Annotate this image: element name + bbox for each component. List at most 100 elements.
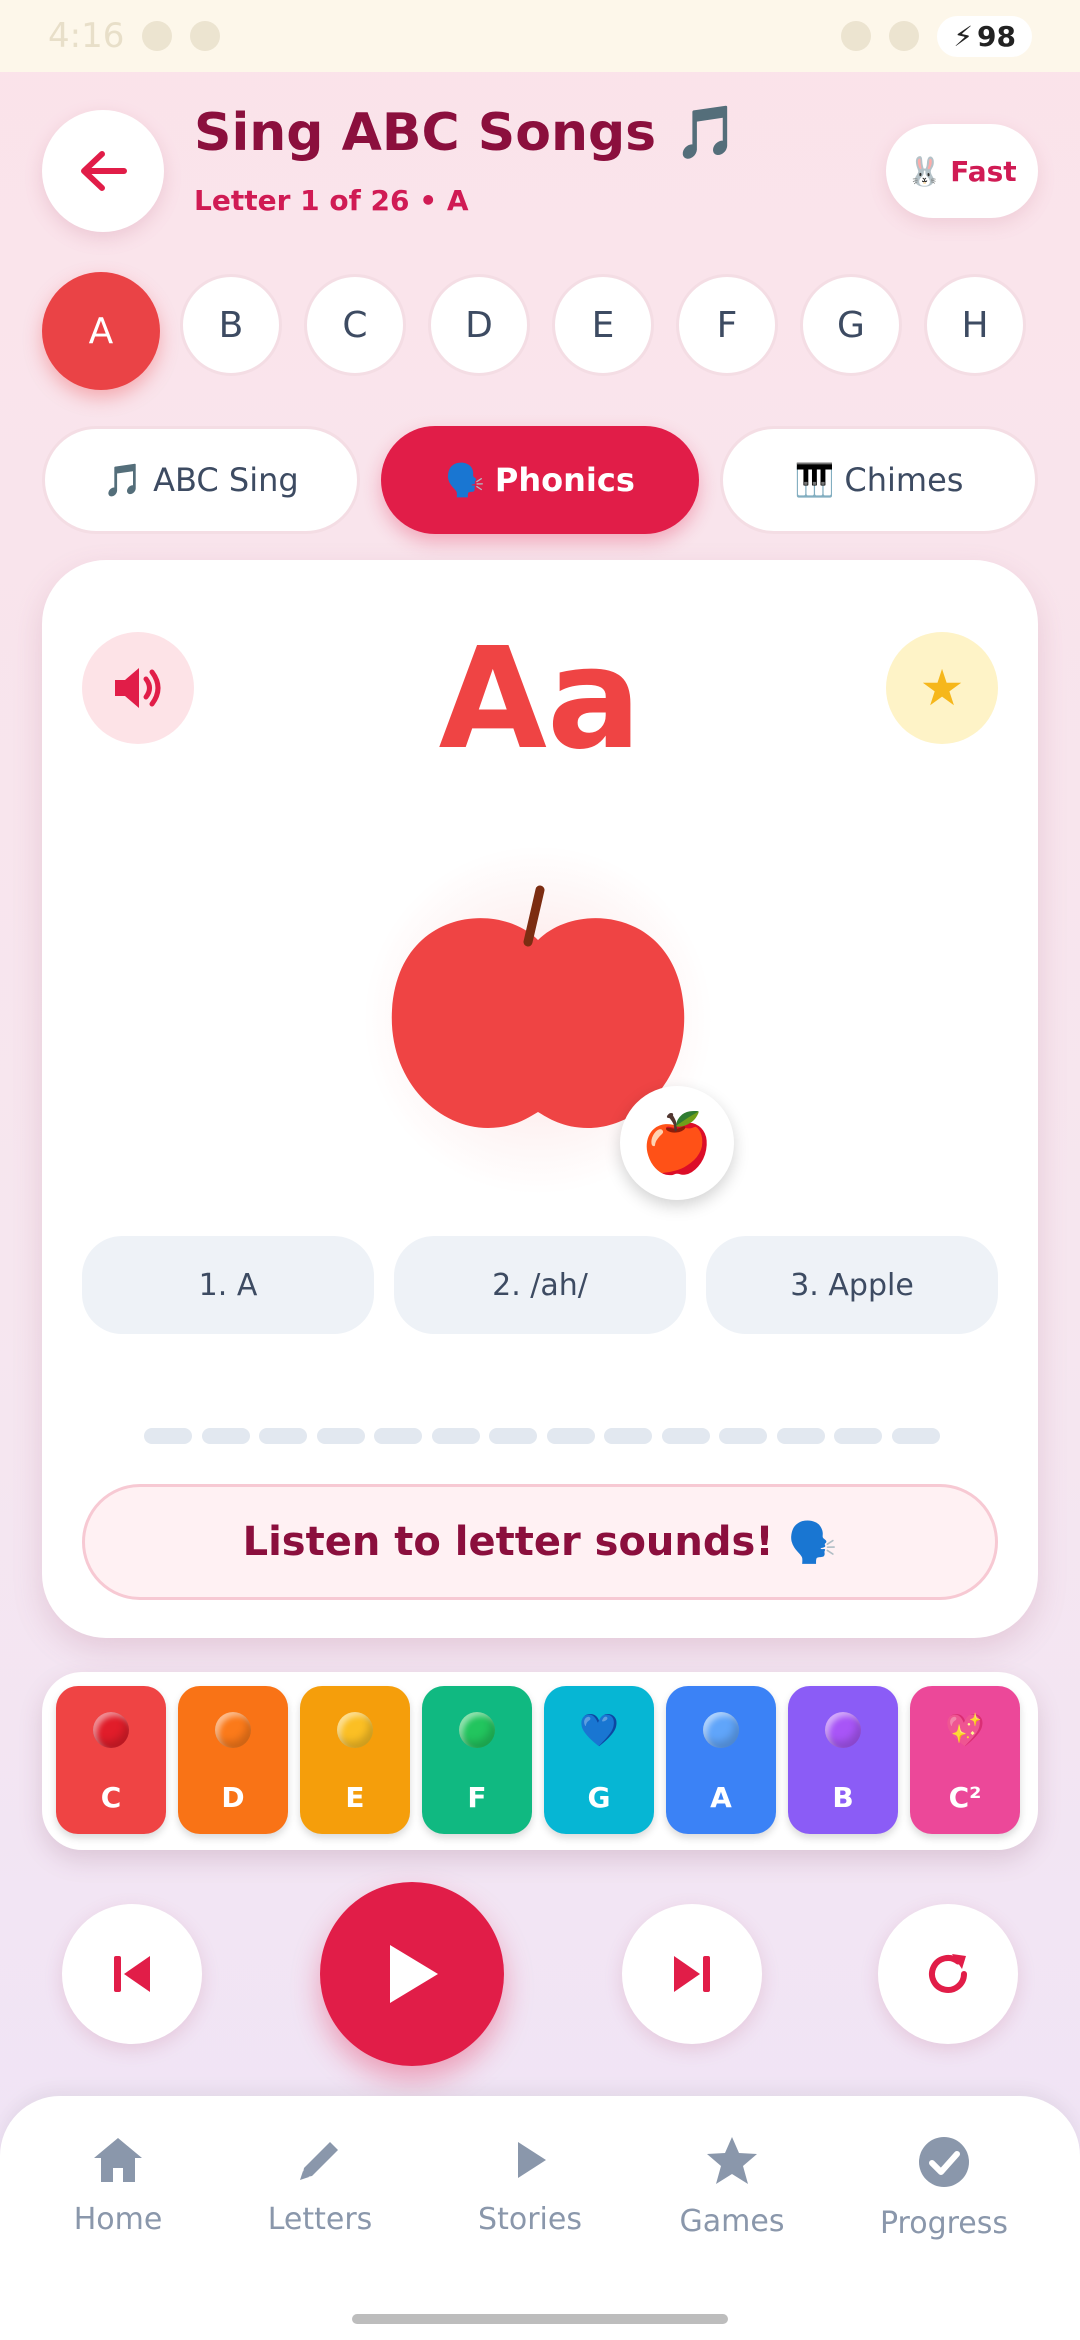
apple-emoji-badge: 🍎: [620, 1086, 734, 1200]
status-bar: 4:16 ⚡ 98: [0, 0, 1080, 72]
check-circle-icon: [919, 2137, 969, 2187]
chimes-tray: C D E F 💙 G A B 💖 C²: [42, 1672, 1038, 1850]
step-word[interactable]: 3. Apple: [706, 1236, 998, 1334]
chime-c[interactable]: C: [56, 1686, 166, 1834]
listen-message: Listen to letter sounds! 🗣️: [82, 1484, 998, 1600]
status-time: 4:16: [48, 16, 125, 56]
step-sound[interactable]: 2. /ah/: [394, 1236, 686, 1334]
tab-label: ABC Sing: [153, 461, 299, 499]
letter-chip-a[interactable]: A: [42, 272, 160, 390]
arrow-left-icon: [81, 151, 127, 191]
replay-icon: [929, 1954, 967, 1993]
next-button[interactable]: [622, 1904, 762, 2044]
progress-dash: [891, 1428, 940, 1444]
tab-label: Phonics: [494, 461, 635, 499]
tab-abc-sing[interactable]: 🎵 ABC Sing: [42, 426, 360, 534]
progress-dashes: [144, 1428, 944, 1444]
progress-dash: [604, 1428, 652, 1444]
chime-e[interactable]: E: [300, 1686, 410, 1834]
music-note-icon: 🎵: [103, 461, 144, 499]
chime-dot: [459, 1712, 495, 1748]
letter-chip-c[interactable]: C: [304, 274, 406, 376]
nav-home[interactable]: Home: [18, 2134, 218, 2264]
bottom-nav: Home Letters Stories Games Progress: [0, 2096, 1080, 2340]
progress-dash: [316, 1428, 365, 1444]
chime-label: C: [100, 1781, 122, 1814]
replay-button[interactable]: [878, 1904, 1018, 2044]
speed-label: Fast: [950, 154, 1017, 188]
letter-chip-g[interactable]: G: [800, 274, 902, 376]
chime-dot: [337, 1712, 373, 1748]
listen-message-text: Listen to letter sounds!: [242, 1519, 774, 1565]
chime-f[interactable]: F: [422, 1686, 532, 1834]
nav-letters[interactable]: Letters: [220, 2134, 420, 2264]
chime-c2[interactable]: 💖 C²: [910, 1686, 1020, 1834]
progress-dash: [431, 1428, 480, 1444]
nav-games[interactable]: Games: [632, 2134, 832, 2264]
chime-dot: [93, 1712, 129, 1748]
letter-chip-b[interactable]: B: [180, 274, 282, 376]
progress-dash: [661, 1428, 710, 1444]
nav-label: Home: [73, 2202, 163, 2237]
status-left: 4:16: [48, 16, 221, 56]
speaking-head-icon: 🗣️: [787, 1519, 838, 1566]
chime-label: C²: [948, 1781, 982, 1814]
letter-chip-e[interactable]: E: [552, 274, 654, 376]
chime-label: D: [221, 1781, 245, 1814]
letter-chip-f[interactable]: F: [676, 274, 778, 376]
back-button[interactable]: [42, 110, 164, 232]
tab-label: Chimes: [844, 461, 964, 499]
progress-dash: [719, 1428, 767, 1444]
previous-button[interactable]: [62, 1904, 202, 2044]
tab-phonics[interactable]: 🗣️ Phonics: [381, 426, 699, 534]
wifi-icon: [841, 21, 872, 51]
chime-b[interactable]: B: [788, 1686, 898, 1834]
skip-next-icon: [674, 1956, 710, 1992]
chime-dot: [825, 1712, 861, 1748]
nav-label: Letters: [267, 2202, 373, 2237]
favorite-star-button[interactable]: ★: [886, 632, 998, 744]
page-title: Sing ABC Songs 🎵: [194, 103, 739, 163]
chime-label: G: [587, 1781, 611, 1814]
tab-chimes[interactable]: 🎹 Chimes: [720, 426, 1038, 534]
chime-g[interactable]: 💙 G: [544, 1686, 654, 1834]
nav-label: Stories: [478, 2202, 582, 2237]
star-icon: ★: [919, 659, 965, 717]
signal-icon: [889, 21, 920, 51]
bolt-icon: ⚡: [953, 19, 974, 53]
speaking-head-icon: 🗣️: [445, 461, 485, 499]
step-letter[interactable]: 1. A: [82, 1236, 374, 1334]
apple-icon: 🍎: [640, 1108, 714, 1177]
chime-a[interactable]: A: [666, 1686, 776, 1834]
progress-dash: [834, 1428, 882, 1444]
chime-dot: [215, 1712, 251, 1748]
battery-indicator: ⚡ 98: [937, 15, 1032, 57]
home-indicator: [352, 2314, 728, 2324]
nav-progress[interactable]: Progress: [844, 2134, 1044, 2264]
chime-dot: [703, 1712, 739, 1748]
bunny-icon: 🐰: [907, 154, 943, 188]
sparkling-heart-icon: 💖: [945, 1711, 985, 1749]
play-icon: [390, 1945, 438, 2003]
letter-selector: A B C D E F G H: [42, 272, 1042, 392]
notification-icon: [190, 21, 221, 51]
notification-icon: [142, 21, 173, 51]
piano-icon: 🎹: [794, 461, 835, 499]
letter-chip-h[interactable]: H: [924, 274, 1026, 376]
letter-chip-d[interactable]: D: [428, 274, 530, 376]
letter-card: Aa ★ 🍎 1. A 2. /ah/ 3. Apple Listen to l…: [42, 560, 1038, 1638]
pencil-icon: [300, 2142, 338, 2180]
progress-dash: [546, 1428, 595, 1444]
progress-dash: [259, 1428, 307, 1444]
nav-label: Progress: [879, 2206, 1009, 2241]
nav-stories[interactable]: Stories: [430, 2134, 630, 2264]
progress-dash: [489, 1428, 537, 1444]
chime-label: E: [345, 1781, 365, 1814]
play-button[interactable]: [320, 1882, 504, 2066]
skip-previous-icon: [114, 1956, 150, 1992]
speed-toggle-button[interactable]: 🐰 Fast: [886, 124, 1038, 218]
chime-d[interactable]: D: [178, 1686, 288, 1834]
progress-dash: [144, 1428, 192, 1444]
chime-label: A: [710, 1781, 732, 1814]
home-icon: [94, 2138, 142, 2182]
